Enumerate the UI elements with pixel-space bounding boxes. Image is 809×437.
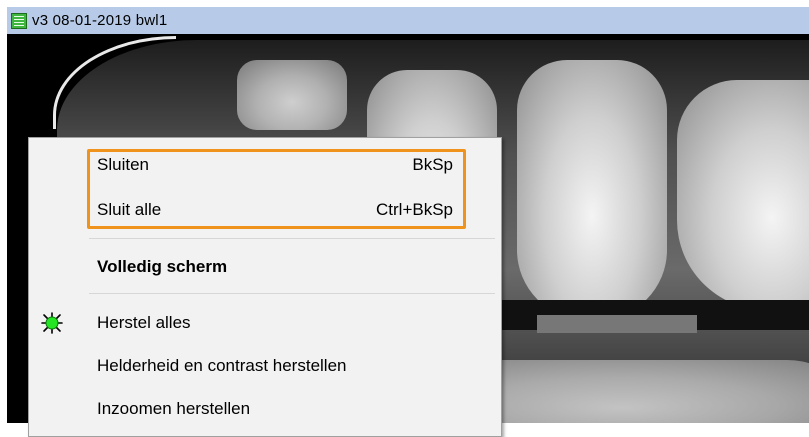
spreadsheet-icon xyxy=(11,12,27,29)
menu-separator xyxy=(89,293,495,294)
menu-item-shortcut: Ctrl+BkSp xyxy=(376,200,453,219)
filling-shadow xyxy=(537,315,697,333)
menu-item-inzoomen-herstellen[interactable]: Inzoomen herstellen xyxy=(29,392,501,426)
menu-item-sluiten[interactable]: Sluiten BkSp xyxy=(29,148,501,182)
menu-item-helderheid-contrast[interactable]: Helderheid en contrast herstellen xyxy=(29,349,501,383)
menu-separator xyxy=(89,238,495,239)
window-titlebar[interactable]: v3 08-01-2019 bwl1 xyxy=(7,7,809,34)
menu-item-label: Inzoomen herstellen xyxy=(97,399,251,418)
menu-item-shortcut: BkSp xyxy=(412,155,453,174)
menu-item-sluit-alle[interactable]: Sluit alle Ctrl+BkSp xyxy=(29,193,501,227)
menu-item-label: Volledig scherm xyxy=(97,257,228,276)
tooth-shape xyxy=(517,60,667,320)
menu-item-label: Sluiten xyxy=(97,155,149,174)
menu-item-label: Herstel alles xyxy=(97,313,191,332)
menu-item-label: Helderheid en contrast herstellen xyxy=(97,356,347,375)
menu-item-herstel-alles[interactable]: Herstel alles xyxy=(29,306,501,340)
menu-item-volledig-scherm[interactable]: Volledig scherm xyxy=(29,250,501,284)
tooth-shape xyxy=(237,60,347,130)
green-bug-icon xyxy=(41,312,63,334)
context-menu: Sluiten BkSp Sluit alle Ctrl+BkSp Volled… xyxy=(28,137,502,437)
tooth-shape xyxy=(677,80,809,310)
menu-item-label: Sluit alle xyxy=(97,200,162,219)
window-title: v3 08-01-2019 bwl1 xyxy=(32,12,168,29)
